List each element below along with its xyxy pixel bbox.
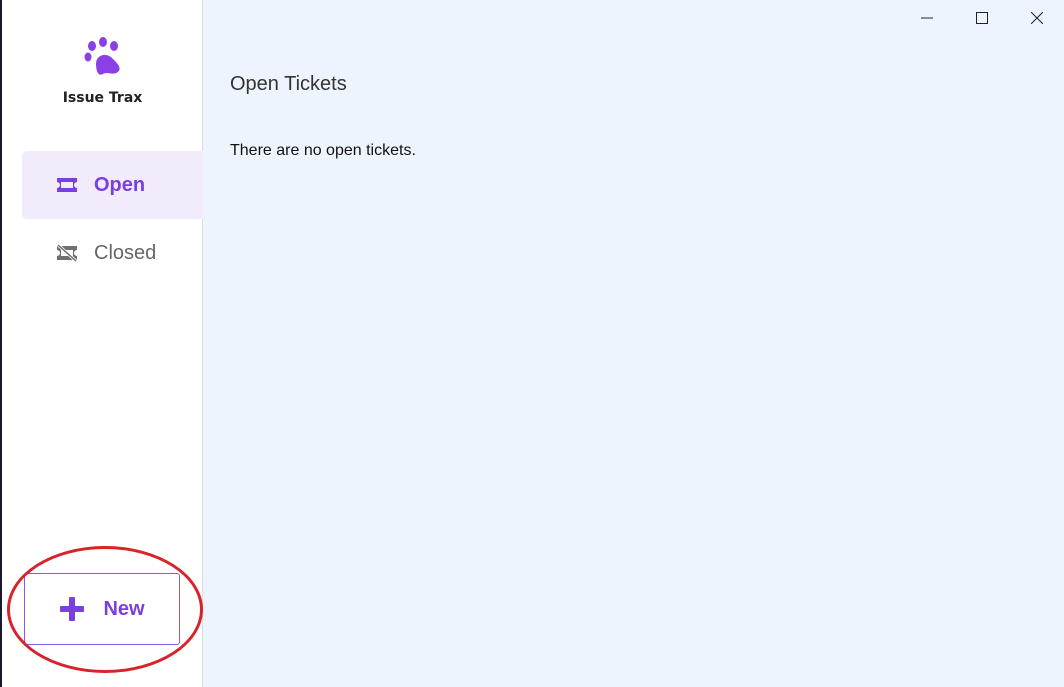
sidebar-item-label: Closed [94,241,157,264]
app-name: Issue Trax [62,90,143,106]
ticket-icon [57,178,77,192]
window-controls [899,0,1064,36]
main-content: Open Tickets There are no open tickets. [203,0,1064,687]
sidebar-item-closed[interactable]: Closed [22,219,203,287]
maximize-button[interactable] [954,0,1009,36]
maximize-icon [975,12,988,24]
new-ticket-button[interactable]: New [24,573,180,645]
sidebar-item-open[interactable]: Open [22,151,203,219]
ticket-off-icon [57,244,77,262]
plus-icon [60,597,85,621]
new-button-label: New [103,597,145,620]
paw-icon [84,37,120,75]
minimize-button[interactable] [899,0,954,36]
sidebar: Issue Trax Open Closed New [2,0,203,687]
app-window: Issue Trax Open Closed New Open Tickets … [0,0,1064,687]
sidebar-item-label: Open [94,173,146,196]
close-icon [1030,12,1043,24]
brand: Issue Trax [2,36,203,106]
minimize-icon [920,17,933,19]
page-title: Open Tickets [230,73,347,95]
close-button[interactable] [1009,0,1064,36]
empty-state-message: There are no open tickets. [230,142,416,159]
